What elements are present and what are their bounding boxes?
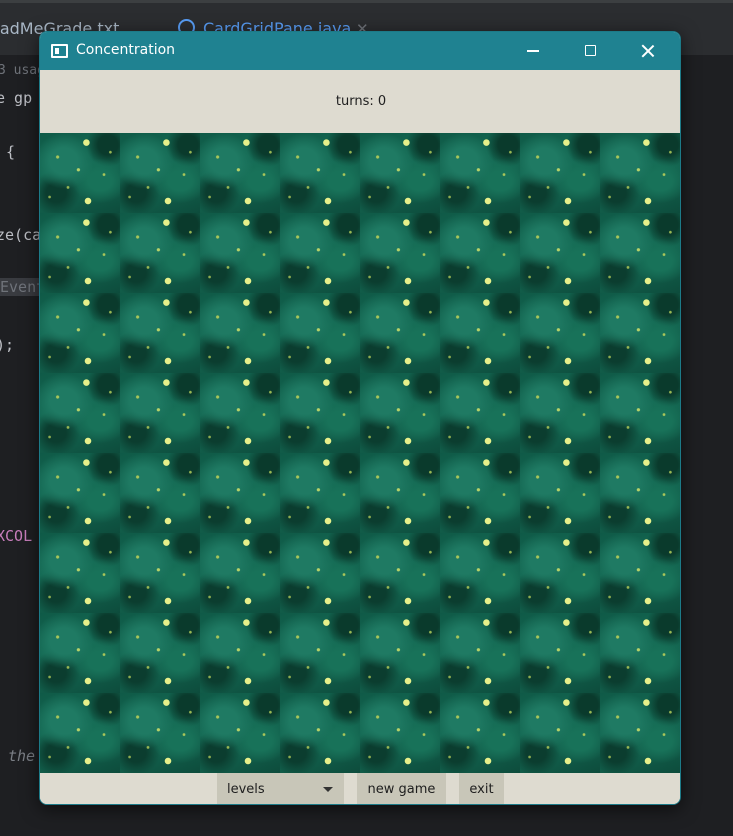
card-back[interactable] — [200, 213, 280, 293]
card-back[interactable] — [120, 453, 200, 533]
card-back[interactable] — [520, 533, 600, 613]
card-back[interactable] — [520, 613, 600, 693]
window-title: Concentration — [76, 42, 176, 58]
card-back[interactable] — [360, 213, 440, 293]
card-back[interactable] — [440, 133, 520, 213]
maximize-icon — [585, 45, 596, 56]
exit-button[interactable]: exit — [459, 773, 504, 804]
card-back[interactable] — [200, 293, 280, 373]
card-back[interactable] — [600, 373, 680, 453]
card-back[interactable] — [120, 693, 200, 773]
card-back[interactable] — [520, 693, 600, 773]
status-header: turns: 0 — [40, 70, 680, 133]
card-back[interactable] — [520, 133, 600, 213]
card-back[interactable] — [360, 613, 440, 693]
card-back[interactable] — [600, 533, 680, 613]
code-line-size: ze(ca — [0, 226, 42, 244]
card-back[interactable] — [280, 373, 360, 453]
card-back[interactable] — [520, 453, 600, 533]
card-back[interactable] — [440, 293, 520, 373]
card-back[interactable] — [40, 693, 120, 773]
card-back[interactable] — [600, 613, 680, 693]
card-back[interactable] — [360, 533, 440, 613]
card-back[interactable] — [440, 453, 520, 533]
levels-label: levels — [227, 782, 265, 797]
card-back[interactable] — [40, 133, 120, 213]
card-back[interactable] — [600, 133, 680, 213]
card-back[interactable] — [200, 453, 280, 533]
card-back[interactable] — [120, 213, 200, 293]
card-back[interactable] — [600, 693, 680, 773]
card-back[interactable] — [600, 293, 680, 373]
card-back[interactable] — [120, 133, 200, 213]
card-back[interactable] — [280, 213, 360, 293]
code-line-paren: ); — [0, 336, 15, 354]
card-back[interactable] — [120, 533, 200, 613]
card-back[interactable] — [360, 133, 440, 213]
maximize-button[interactable] — [568, 32, 614, 70]
code-line-brace: { — [6, 143, 16, 161]
card-back[interactable] — [440, 693, 520, 773]
card-back[interactable] — [200, 133, 280, 213]
card-back[interactable] — [40, 533, 120, 613]
card-back[interactable] — [200, 613, 280, 693]
card-back[interactable] — [520, 293, 600, 373]
title-bar[interactable]: Concentration — [40, 32, 680, 70]
card-back[interactable] — [360, 373, 440, 453]
card-back[interactable] — [440, 613, 520, 693]
card-back[interactable] — [440, 533, 520, 613]
card-grid — [40, 133, 680, 773]
concentration-window: Concentration turns: 0 levels new game e… — [39, 31, 681, 805]
levels-dropdown[interactable]: levels — [217, 773, 344, 804]
card-back[interactable] — [200, 693, 280, 773]
dropdown-arrow-icon — [323, 787, 333, 792]
minimize-button[interactable] — [510, 32, 556, 70]
card-back[interactable] — [40, 373, 120, 453]
close-icon — [641, 44, 655, 58]
new-game-button[interactable]: new game — [357, 773, 446, 804]
card-back[interactable] — [360, 293, 440, 373]
card-back[interactable] — [40, 293, 120, 373]
bottom-controls: levels new game exit — [40, 773, 680, 804]
card-back[interactable] — [120, 613, 200, 693]
card-back[interactable] — [520, 213, 600, 293]
card-back[interactable] — [440, 213, 520, 293]
close-button[interactable] — [626, 32, 672, 70]
card-back[interactable] — [280, 693, 360, 773]
code-line-xcol: XCOL — [0, 527, 33, 545]
card-back[interactable] — [280, 133, 360, 213]
card-back[interactable] — [200, 533, 280, 613]
app-window-icon — [51, 44, 68, 58]
card-back[interactable] — [520, 373, 600, 453]
card-back[interactable] — [280, 613, 360, 693]
card-back[interactable] — [120, 293, 200, 373]
code-line-the: the — [8, 747, 36, 765]
card-back[interactable] — [600, 453, 680, 533]
card-back[interactable] — [280, 533, 360, 613]
card-back[interactable] — [360, 693, 440, 773]
card-back[interactable] — [440, 373, 520, 453]
code-line-gp: e gp — [0, 89, 33, 107]
card-back[interactable] — [280, 453, 360, 533]
card-back[interactable] — [280, 293, 360, 373]
card-back[interactable] — [120, 373, 200, 453]
card-back[interactable] — [40, 213, 120, 293]
card-back[interactable] — [360, 453, 440, 533]
minimize-icon — [527, 50, 539, 52]
card-back[interactable] — [40, 613, 120, 693]
card-back[interactable] — [200, 373, 280, 453]
card-back[interactable] — [600, 213, 680, 293]
card-back[interactable] — [40, 453, 120, 533]
turns-counter: turns: 0 — [335, 94, 387, 109]
